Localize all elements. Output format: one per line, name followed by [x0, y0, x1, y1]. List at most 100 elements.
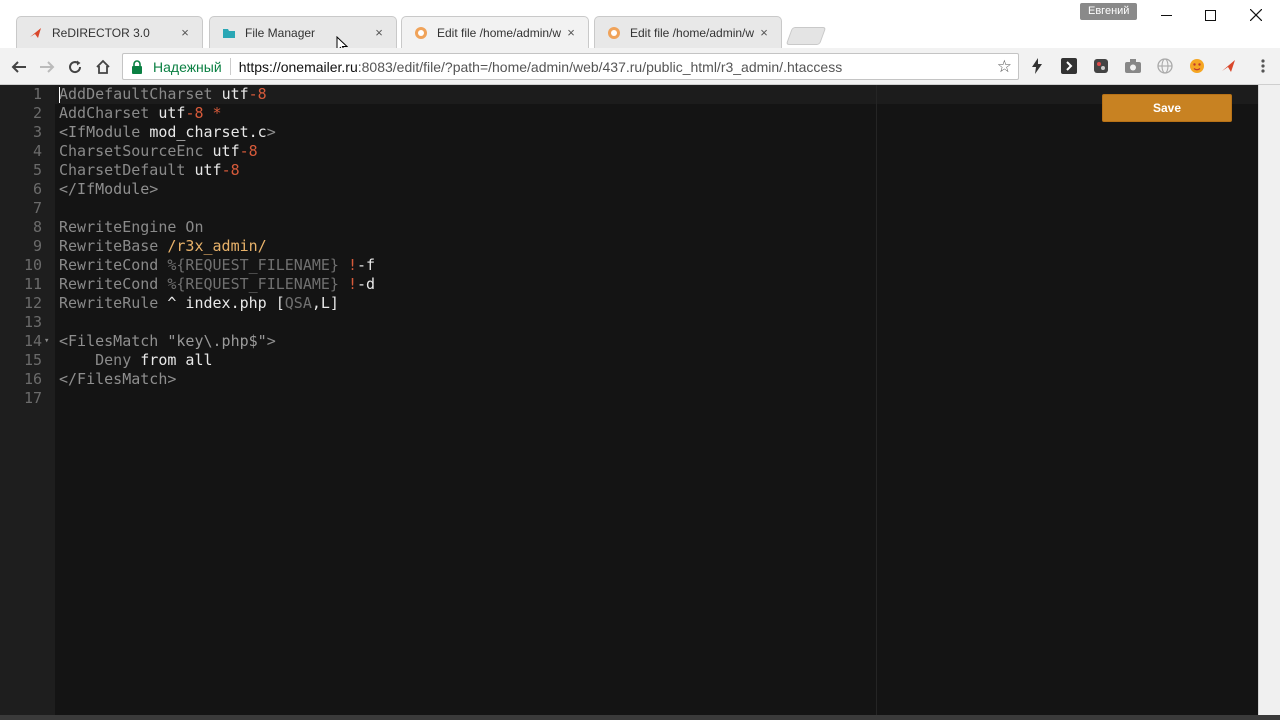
code-text: RewriteEngine On [59, 218, 204, 237]
minimize-icon[interactable] [1143, 4, 1189, 26]
code-line[interactable]: 11 RewriteCond %{REQUEST_FILENAME} !-d [0, 275, 1258, 294]
reload-icon[interactable] [63, 55, 87, 79]
code-text: </FilesMatch> [59, 370, 176, 389]
code-line[interactable]: 1 AddDefaultCharset utf-8 [0, 85, 1258, 104]
fold-arrow-icon[interactable]: ▾ [44, 332, 52, 351]
code-token: ! [348, 275, 358, 293]
redirector-icon[interactable] [1219, 56, 1239, 76]
tab-strip: ReDIRECTOR 3.0 × File Manager × Edit fil… [0, 0, 1280, 54]
code-token: %{REQUEST_FILENAME} [167, 256, 348, 274]
code-text: CharsetDefault utf-8 [59, 161, 240, 180]
emoji-extension-icon[interactable] [1187, 56, 1207, 76]
code-line[interactable]: 16 </FilesMatch> [0, 370, 1258, 389]
tab-edit-file-active[interactable]: Edit file /home/admin/w × [401, 16, 589, 48]
line-number: 7 [32, 199, 42, 217]
close-icon[interactable]: × [757, 25, 771, 40]
grid-extension-icon[interactable] [1091, 56, 1111, 76]
code-token: /r3x_admin/ [167, 237, 267, 255]
code-lines[interactable]: 1 AddDefaultCharset utf-8 2 AddCharset utf-… [0, 85, 1258, 408]
code-text: RewriteBase /r3x_admin/ [59, 237, 267, 256]
code-editor[interactable]: 1 AddDefaultCharset utf-8 2 AddCharset utf-… [0, 85, 1258, 715]
forward-icon[interactable] [35, 55, 59, 79]
code-text: CharsetSourceEnc utf-8 [59, 142, 258, 161]
text-cursor [59, 87, 60, 103]
camera-icon[interactable] [1123, 56, 1143, 76]
close-icon[interactable]: × [178, 25, 192, 40]
tab-file-manager[interactable]: File Manager × [209, 16, 397, 48]
code-line[interactable]: 7 [0, 199, 1258, 218]
close-window-icon[interactable] [1233, 4, 1279, 26]
code-text: RewriteCond %{REQUEST_FILENAME} !-f [59, 256, 375, 275]
code-line[interactable]: 4 CharsetSourceEnc utf-8 [0, 142, 1258, 161]
url-host: https://onemailer.ru [238, 58, 358, 75]
code-text: Deny from all [59, 351, 212, 370]
code-line[interactable]: 17 [0, 389, 1258, 408]
code-line[interactable]: 6 </IfModule> [0, 180, 1258, 199]
tab-title: Edit file /home/admin/w [630, 25, 755, 40]
bookmark-star-icon[interactable]: ☆ [997, 57, 1012, 77]
code-token: utf [158, 104, 186, 122]
line-number: 10 [23, 256, 42, 274]
vertical-scrollbar[interactable] [1258, 85, 1280, 715]
close-icon[interactable]: × [564, 25, 578, 40]
maximize-icon[interactable] [1187, 4, 1233, 26]
line-number: 2 [32, 104, 42, 122]
line-number: 9 [32, 237, 42, 255]
line-number: 5 [32, 161, 42, 179]
code-line[interactable]: 5 CharsetDefault utf-8 [0, 161, 1258, 180]
code-token: utf [221, 85, 249, 103]
tab-edit-file[interactable]: Edit file /home/admin/w × [594, 16, 782, 48]
code-token: RewriteRule [59, 294, 168, 312]
tab-title: ReDIRECTOR 3.0 [52, 25, 150, 40]
line-number: 16 [23, 370, 42, 388]
code-token: mod_charset.c [149, 123, 267, 141]
home-icon[interactable] [91, 55, 115, 79]
lightning-extension-icon[interactable] [1027, 56, 1047, 76]
line-number: 11 [23, 275, 42, 293]
lock-icon [131, 59, 145, 74]
code-token: AddCharset [59, 104, 159, 122]
tab-redirector[interactable]: ReDIRECTOR 3.0 × [16, 16, 203, 48]
code-line[interactable]: 14 ▾ <FilesMatch "key\.php$"> [0, 332, 1258, 351]
code-token: Deny [95, 351, 141, 369]
new-tab-button[interactable] [785, 27, 827, 45]
line-number: 17 [23, 389, 42, 407]
divider [229, 58, 231, 75]
code-token: QSA [284, 294, 312, 312]
tab-title: Edit file /home/admin/w [437, 25, 562, 40]
code-line[interactable]: 10 RewriteCond %{REQUEST_FILENAME} !-f [0, 256, 1258, 275]
extension-dark-icon[interactable] [1059, 56, 1079, 76]
address-bar[interactable]: Надежный https://onemailer.ru:8083/edit/… [122, 53, 1019, 80]
code-text: </IfModule> [59, 180, 158, 199]
code-line[interactable]: 2 AddCharset utf-8 * [0, 104, 1258, 123]
redirector-icon [29, 26, 43, 40]
code-token: RewriteCond [59, 275, 168, 293]
code-text: AddDefaultCharset utf-8 [59, 85, 267, 104]
close-icon[interactable]: × [372, 25, 386, 40]
code-token: %{REQUEST_FILENAME} [167, 275, 348, 293]
code-token: > [266, 123, 276, 141]
back-icon[interactable] [7, 55, 31, 79]
code-token: -8 * [185, 104, 222, 122]
code-token: RewriteCond [59, 256, 168, 274]
code-token: -f [357, 256, 376, 274]
code-line[interactable]: 3 <IfModule mod_charset.c> [0, 123, 1258, 142]
globe-icon[interactable] [1155, 56, 1175, 76]
code-token: -8 [239, 142, 258, 160]
code-line[interactable]: 8 RewriteEngine On [0, 218, 1258, 237]
line-number: 6 [32, 180, 42, 198]
code-token: <IfModule [59, 123, 150, 141]
menu-icon[interactable] [1253, 56, 1273, 76]
security-label[interactable]: Надежный [153, 59, 222, 75]
code-line[interactable]: 9 RewriteBase /r3x_admin/ [0, 237, 1258, 256]
code-line[interactable]: 12 RewriteRule ^ index.php [QSA,L] [0, 294, 1258, 313]
code-line[interactable]: 15 Deny from all [0, 351, 1258, 370]
profile-badge[interactable]: Евгений [1080, 3, 1138, 20]
save-button[interactable]: Save [1102, 94, 1232, 122]
line-number: 13 [23, 313, 42, 331]
taskbar-edge [0, 715, 1280, 720]
code-token: ! [348, 256, 358, 274]
tab-title: File Manager [245, 25, 316, 40]
code-line[interactable]: 13 [0, 313, 1258, 332]
